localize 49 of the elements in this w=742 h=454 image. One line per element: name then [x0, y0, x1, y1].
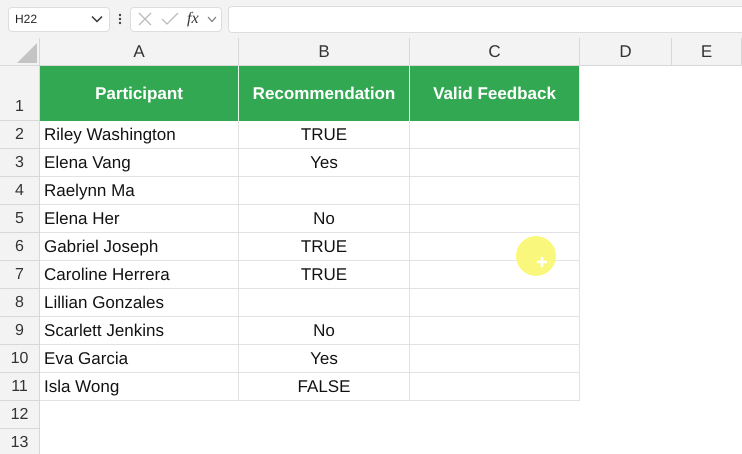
table-cell: Riley Washington: [40, 121, 239, 149]
column-header[interactable]: D: [580, 38, 672, 66]
insert-function-button[interactable]: fx: [187, 10, 199, 28]
row-header[interactable]: 1: [0, 66, 40, 121]
row-header[interactable]: 13: [0, 429, 40, 454]
table-cell: Elena Vang: [40, 149, 239, 177]
column-header[interactable]: A: [40, 38, 239, 66]
column-header[interactable]: B: [239, 38, 410, 66]
row-header[interactable]: 5: [0, 205, 40, 233]
header-cell: Recommendation: [239, 66, 410, 121]
chevron-down-icon[interactable]: [206, 16, 217, 22]
check-icon[interactable]: [161, 12, 179, 26]
column-header[interactable]: E: [672, 38, 742, 66]
row-header[interactable]: 7: [0, 261, 40, 289]
header-cell: Valid Feedback: [410, 66, 580, 121]
table-cell: Scarlett Jenkins: [40, 317, 239, 345]
table-cell: Gabriel Joseph: [40, 233, 239, 261]
table-cell: No: [239, 317, 410, 345]
table-cell: Isla Wong: [40, 373, 239, 401]
formula-input[interactable]: [228, 6, 742, 32]
table-cell: Yes: [239, 149, 410, 177]
select-all-icon[interactable]: [17, 43, 37, 63]
table-cell: No: [239, 205, 410, 233]
table-cell: Eva Garcia: [40, 345, 239, 373]
row-header[interactable]: 2: [0, 121, 40, 149]
table-cell: TRUE: [239, 261, 410, 289]
row-header[interactable]: 3: [0, 149, 40, 177]
table-cell: FALSE: [239, 373, 410, 401]
table-cell: Lillian Gonzales: [40, 289, 239, 317]
row-header[interactable]: 10: [0, 345, 40, 373]
chevron-down-icon: [91, 15, 103, 23]
table-cell: TRUE: [239, 233, 410, 261]
row-header[interactable]: 11: [0, 373, 40, 401]
plus-icon: [536, 256, 548, 268]
cancel-icon[interactable]: [137, 11, 153, 27]
table-cell: TRUE: [239, 121, 410, 149]
name-box[interactable]: H22: [8, 6, 110, 32]
column-header[interactable]: C: [410, 38, 580, 66]
table-cell: Raelynn Ma: [40, 177, 239, 205]
more-icon[interactable]: [118, 13, 122, 25]
row-header[interactable]: 6: [0, 233, 40, 261]
table-cell: Caroline Herrera: [40, 261, 239, 289]
row-header[interactable]: 4: [0, 177, 40, 205]
header-cell: Participant: [40, 66, 239, 121]
table-cell: Elena Her: [40, 205, 239, 233]
row-header[interactable]: 8: [0, 289, 40, 317]
row-header[interactable]: 9: [0, 317, 40, 345]
table-cell: Yes: [239, 345, 410, 373]
row-header[interactable]: 12: [0, 401, 40, 429]
